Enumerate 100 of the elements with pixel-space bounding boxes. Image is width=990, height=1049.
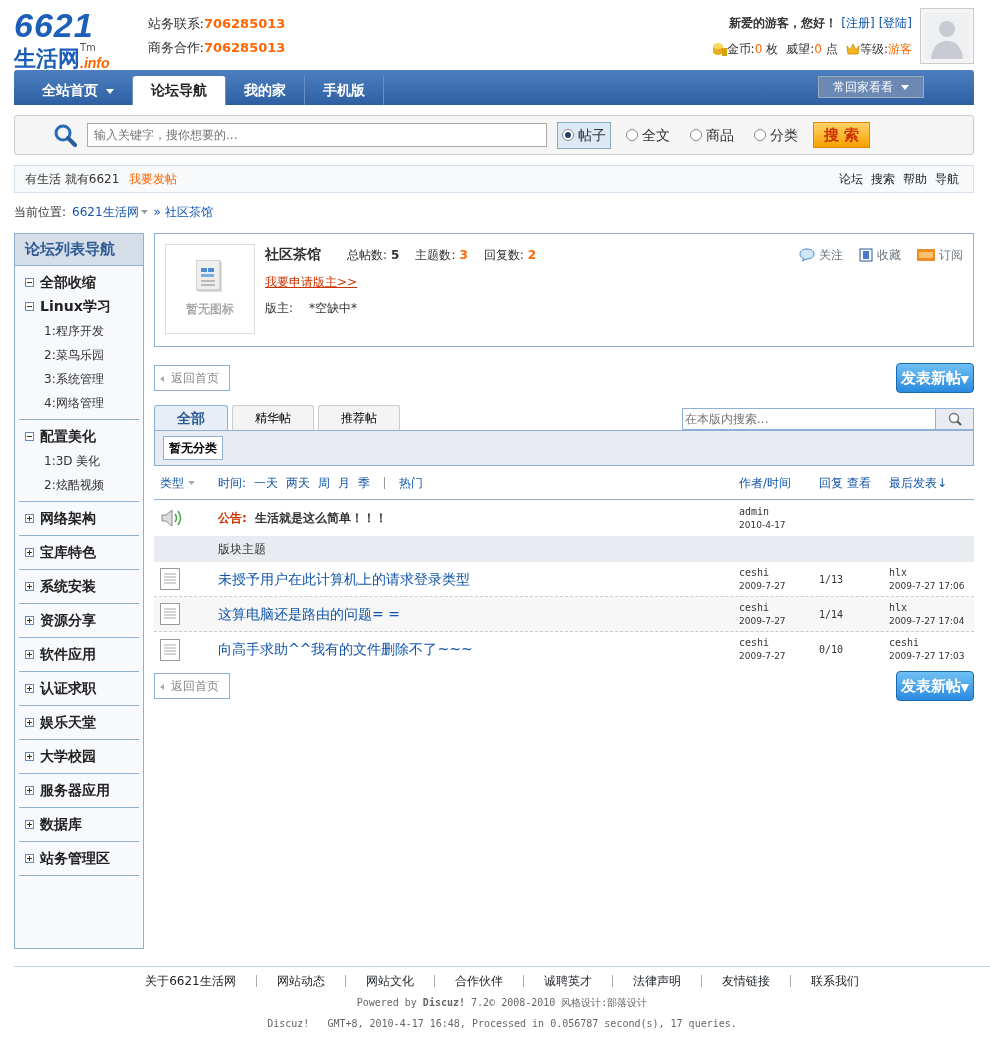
thread-title[interactable]: 这算电脑还是路由的问题= = (218, 605, 400, 622)
expand-icon[interactable] (25, 820, 34, 829)
filter-tab[interactable]: 精华帖 (232, 405, 314, 430)
sidebar-item[interactable]: 1:3D 美化 (19, 448, 139, 473)
time-filter-link[interactable]: 季 (358, 473, 371, 492)
toolbar-link[interactable]: 帮助 (903, 170, 927, 188)
sidebar-item[interactable]: 2:炫酷视频 (19, 472, 139, 497)
column-header[interactable]: 类型 (160, 473, 184, 492)
column-header: 回复 (819, 474, 843, 492)
sidebar-group[interactable]: 宝库特色 (19, 540, 139, 565)
expand-icon[interactable] (25, 684, 34, 693)
expand-icon[interactable] (25, 582, 34, 591)
stat-value: 0 (814, 41, 822, 58)
dropdown-button[interactable]: 常回家看看 (818, 76, 924, 98)
time-filter-link[interactable]: 周 (318, 473, 331, 492)
expand-icon[interactable] (25, 752, 34, 761)
toolbar-link[interactable]: 导航 (935, 170, 959, 188)
sidebar-item[interactable]: 1:程序开发 (19, 318, 139, 343)
icon-caption: 暂无图标 (186, 301, 234, 318)
time-filter-link[interactable]: 月 (338, 473, 351, 492)
expand-icon[interactable] (25, 718, 34, 727)
header-link[interactable]: [注册] (841, 14, 875, 32)
document-icon (160, 638, 180, 661)
toolbar-link[interactable]: 论坛 (839, 170, 863, 188)
header-link[interactable]: [登陆] (878, 14, 912, 32)
search-button[interactable] (936, 408, 974, 430)
radio-option[interactable]: 帖子 (557, 121, 611, 149)
expand-icon[interactable] (25, 854, 34, 863)
nav-tab[interactable]: 论坛导航 (133, 76, 226, 105)
thread-title[interactable]: 向高手求助^^我有的文件删除不了~~~ (218, 641, 473, 657)
footer-link[interactable]: 联系我们 (789, 975, 879, 987)
hot-filter-link[interactable]: 热门 (399, 473, 424, 492)
sidebar-group[interactable]: 认证求职 (19, 676, 139, 701)
footer-link[interactable]: 合作伙伴 (433, 975, 523, 987)
sidebar-group[interactable]: 系统安装 (19, 574, 139, 599)
sidebar-item[interactable]: 3:系统管理 (19, 366, 139, 391)
back-button[interactable]: 返回首页 (154, 673, 230, 699)
action-link[interactable]: 订阅 (917, 245, 963, 264)
filter-tab[interactable]: 全部 (154, 405, 228, 430)
author-name: admin (739, 504, 771, 519)
announcement-label: 公告: (218, 510, 247, 527)
column-header[interactable]: 最后发表↓ (889, 473, 974, 492)
category-button[interactable]: 暂无分类 (163, 436, 223, 460)
radio-option[interactable]: 分类 (749, 121, 803, 149)
stat-label: 等级: (859, 41, 888, 58)
greeting-text: 新爱的游客，您好！ (729, 15, 838, 32)
thread-title[interactable]: 未授予用户在此计算机上的请求登录类型 (218, 570, 470, 587)
rss-icon (917, 248, 935, 261)
sidebar-group[interactable]: Linux学习 (19, 294, 139, 319)
sidebar-group[interactable]: 全部收缩 (19, 270, 139, 295)
caret-icon (188, 480, 195, 485)
expand-icon[interactable] (25, 302, 34, 311)
sidebar-group[interactable]: 软件应用 (19, 642, 139, 667)
radio-option[interactable]: 全文 (621, 121, 675, 149)
sidebar-group[interactable]: 配置美化 (19, 424, 139, 449)
announcement-title[interactable]: 生活就是这么简单！！！ (254, 509, 387, 527)
last-post-time: 2009-7-27 17:03 (889, 650, 966, 664)
nav-tab[interactable]: 我的家 (226, 76, 305, 105)
footer-link[interactable]: 法律声明 (611, 975, 701, 987)
last-poster: hlx (889, 600, 909, 615)
sidebar-group[interactable]: 站务管理区 (19, 846, 139, 871)
sidebar-group[interactable]: 大学校园 (19, 744, 139, 769)
column-header: 查看 (847, 474, 871, 492)
moderator-label: 版主: (265, 300, 294, 317)
nav-tab[interactable]: 手机版 (305, 76, 384, 105)
contact-label: 商务合作: (147, 38, 204, 57)
footer-link[interactable]: 网站文化 (344, 975, 434, 987)
footer-link[interactable]: 友情链接 (700, 975, 790, 987)
author-name: ceshi (739, 600, 771, 615)
sidebar-item[interactable]: 2:菜鸟乐园 (19, 342, 139, 367)
footer-link[interactable]: 诚聘英才 (522, 975, 612, 987)
sidebar-item[interactable]: 4:网络管理 (19, 390, 139, 415)
expand-icon[interactable] (25, 650, 34, 659)
coin-icon (712, 42, 727, 56)
sidebar-group[interactable]: 娱乐天堂 (19, 710, 139, 735)
sidebar-group[interactable]: 服务器应用 (19, 778, 139, 803)
sidebar-group[interactable]: 资源分享 (19, 608, 139, 633)
time-filter-link[interactable]: 两天 (286, 473, 311, 492)
filter-tab[interactable]: 推荐帖 (318, 405, 400, 430)
breadcrumb-link[interactable]: 6621生活网 (72, 203, 139, 221)
expand-icon[interactable] (25, 786, 34, 795)
footer-link[interactable]: 关于6621生活网 (125, 975, 256, 987)
apply-link[interactable]: 我要申请版主>> (265, 273, 358, 291)
time-filter-link[interactable]: 一天 (254, 473, 279, 492)
expand-icon[interactable] (25, 432, 34, 441)
search-field[interactable]: 输入关键字，搜你想要的... (87, 123, 547, 147)
action-link[interactable]: 收藏 (859, 245, 901, 264)
breadcrumb-link[interactable]: » 社区茶馆 (153, 203, 213, 221)
sidebar-group[interactable]: 网络架构 (19, 506, 139, 531)
back-button[interactable]: 返回首页 (154, 365, 230, 391)
expand-icon[interactable] (25, 616, 34, 625)
expand-icon[interactable] (25, 514, 34, 523)
expand-icon[interactable] (25, 548, 34, 557)
expand-icon[interactable] (25, 278, 34, 287)
action-link[interactable]: 关注 (799, 245, 843, 264)
sidebar-group[interactable]: 数据库 (19, 812, 139, 837)
footer-link[interactable]: 网站动态 (255, 975, 345, 987)
search-field[interactable]: 在本版内搜索... (682, 408, 936, 430)
radio-option[interactable]: 商品 (685, 121, 739, 149)
toolbar-link[interactable]: 搜索 (871, 170, 895, 188)
